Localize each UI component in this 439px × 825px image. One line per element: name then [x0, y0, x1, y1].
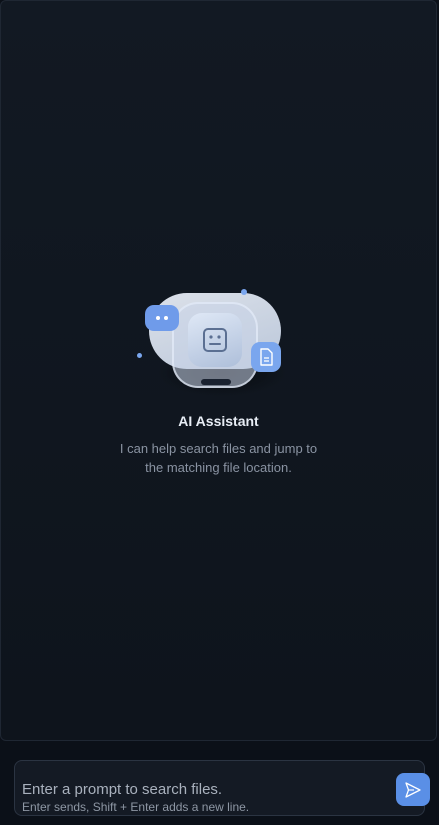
prompt-input[interactable] — [22, 779, 382, 799]
send-button[interactable] — [396, 773, 430, 806]
robot-icon — [187, 313, 242, 367]
sparkle-dot — [240, 289, 247, 295]
sparkle-dot — [136, 353, 142, 358]
prompt-composer[interactable]: Enter sends, Shift + Enter adds a new li… — [14, 760, 425, 816]
send-icon — [404, 781, 422, 799]
robot-base-shape — [200, 379, 231, 385]
chat-messages-panel[interactable]: AI Assistant I can help search files and… — [0, 0, 437, 741]
file-icon — [250, 342, 281, 372]
composer-hint: Enter sends, Shift + Enter adds a new li… — [22, 800, 250, 814]
empty-state-description: I can help search files and jump to the … — [119, 441, 318, 475]
chat-bubble-icon — [144, 305, 179, 331]
empty-state-title: AI Assistant — [178, 413, 259, 429]
empty-state: AI Assistant I can help search files and… — [1, 287, 436, 477]
assistant-app: AI Assistant I can help search files and… — [0, 0, 439, 825]
assistant-illustration — [136, 287, 299, 397]
